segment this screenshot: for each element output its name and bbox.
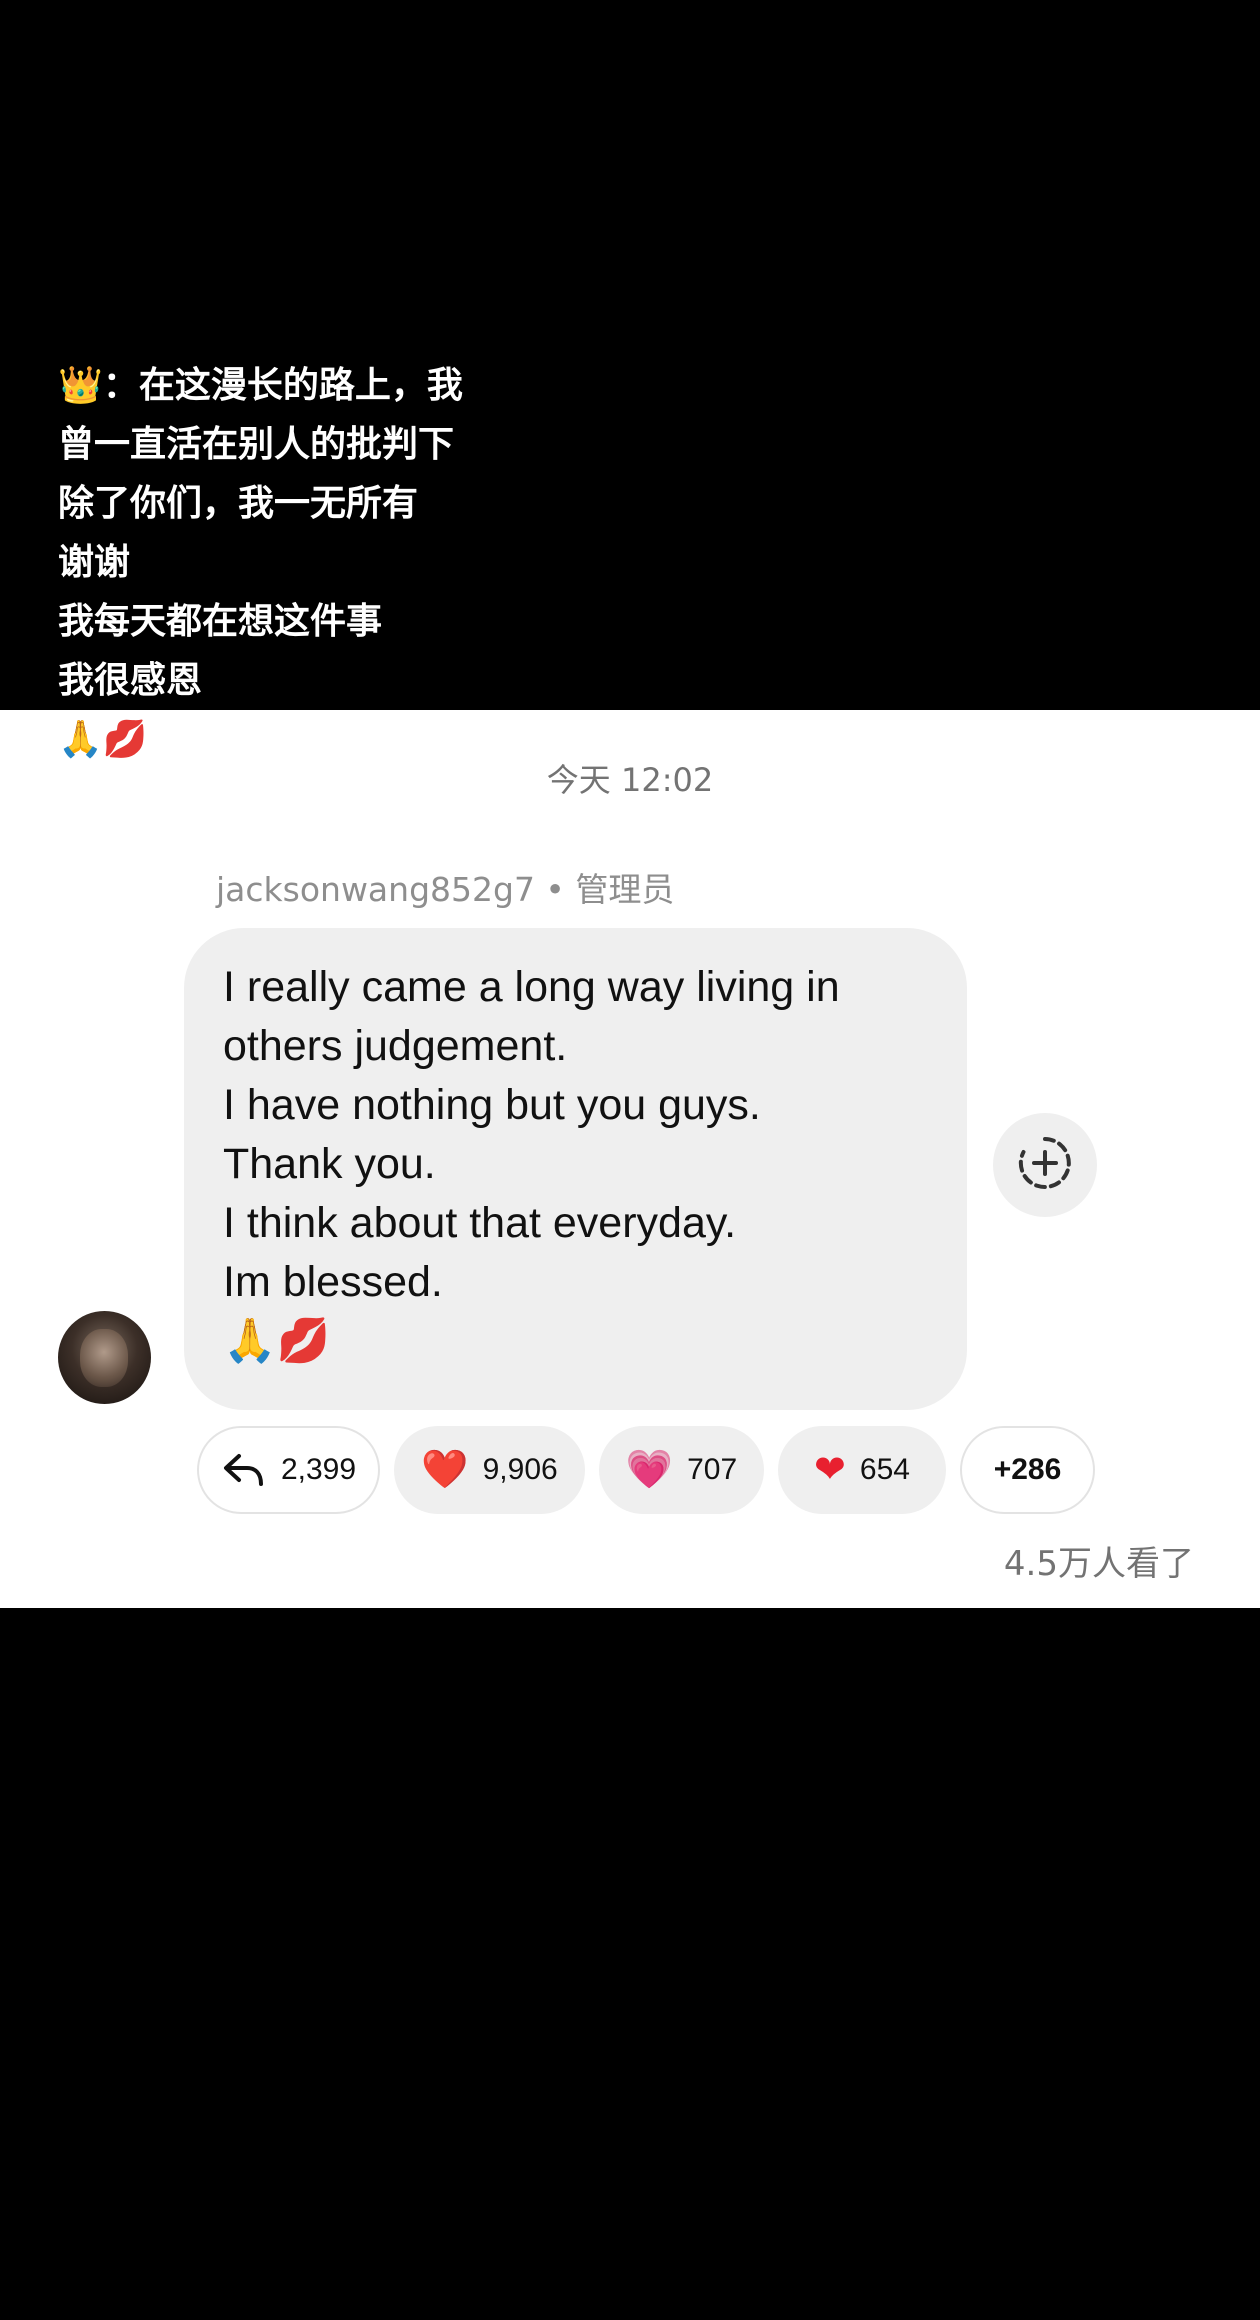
reaction-count: 707 bbox=[687, 1453, 738, 1486]
caption-line: 曾一直活在别人的批判下 bbox=[58, 424, 455, 465]
viewer-count: 4.5万人看了 bbox=[1003, 1544, 1194, 1584]
more-reactions-count: +286 bbox=[993, 1453, 1062, 1486]
reaction-chip-pink-heart[interactable]: 💗 707 bbox=[599, 1426, 764, 1514]
red-heart-icon: ❤️ bbox=[421, 1449, 469, 1491]
message-line: 🙏💋 bbox=[223, 1317, 331, 1365]
reaction-count: 654 bbox=[859, 1453, 910, 1486]
more-reactions-button[interactable]: +286 bbox=[960, 1426, 1095, 1514]
message-line: Thank you. bbox=[223, 1140, 436, 1188]
reaction-chip-heart[interactable]: ❤ 654 bbox=[778, 1426, 946, 1514]
message-screenshot-card: 今天 12:02 jacksonwang852g7 • 管理员 I really… bbox=[0, 710, 1260, 1608]
reply-count: 2,399 bbox=[280, 1453, 357, 1486]
reaction-chip-red-heart[interactable]: ❤️ 9,906 bbox=[394, 1426, 585, 1514]
caption-line: 🙏💋 bbox=[58, 719, 148, 760]
add-reaction-button[interactable] bbox=[993, 1113, 1097, 1217]
reaction-count: 9,906 bbox=[482, 1453, 558, 1486]
caption-line: 除了你们，我一无所有 bbox=[58, 483, 419, 524]
caption-line: 👑：在这漫长的路上，我 bbox=[58, 365, 463, 406]
message-line: I think about that everyday. bbox=[223, 1199, 737, 1247]
message-line: others judgement. bbox=[223, 1022, 568, 1070]
add-reaction-icon bbox=[1017, 1135, 1073, 1195]
caption-line: 谢谢 bbox=[58, 542, 131, 583]
message-bubble[interactable]: I really came a long way living in other… bbox=[184, 928, 967, 1410]
caption-line: 我每天都在想这件事 bbox=[58, 601, 383, 642]
video-caption: 👑：在这漫长的路上，我 曾一直活在别人的批判下 除了你们，我一无所有 谢谢 我每… bbox=[58, 356, 958, 769]
message-line: I really came a long way living in bbox=[223, 963, 840, 1011]
message-line: I have nothing but you guys. bbox=[223, 1081, 761, 1129]
reply-arrow-icon bbox=[221, 1450, 267, 1490]
sender-name: jacksonwang852g7 • 管理员 bbox=[216, 870, 675, 909]
pink-heart-icon: 💗 bbox=[625, 1449, 674, 1491]
reply-count-button[interactable]: 2,399 bbox=[197, 1426, 380, 1514]
caption-line: 我很感恩 bbox=[58, 660, 203, 701]
message-line: Im blessed. bbox=[223, 1258, 443, 1306]
heart-icon: ❤ bbox=[814, 1449, 846, 1491]
sender-avatar[interactable] bbox=[58, 1311, 151, 1404]
